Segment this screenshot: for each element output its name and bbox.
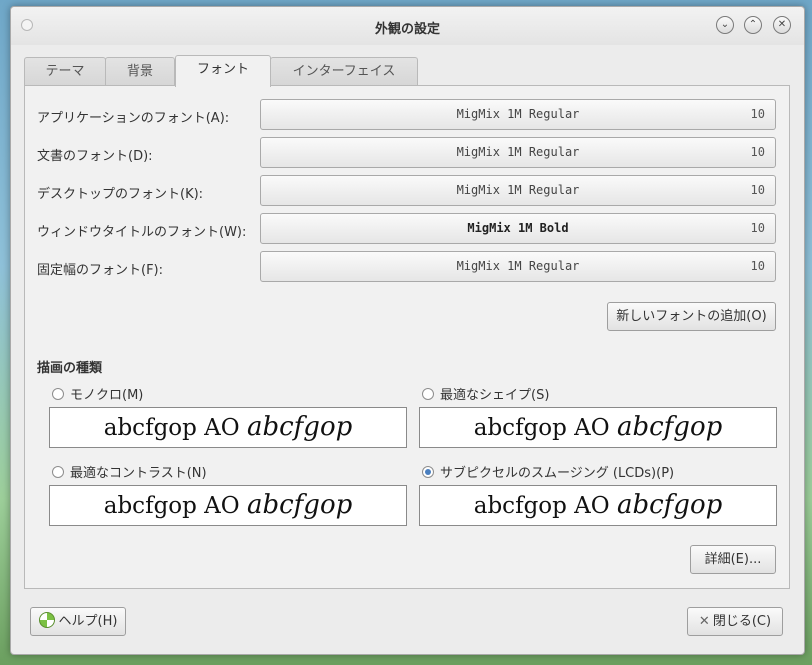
- help-button[interactable]: ヘルプ(H): [30, 607, 126, 636]
- sample-subpixel-italic: abcfgop: [616, 490, 723, 520]
- fixed-font-button[interactable]: MigMix 1M Regular 10: [260, 251, 776, 282]
- minimize-button[interactable]: ⌄: [716, 16, 734, 34]
- sample-best-contrast: abcfgop AO abcfgop: [49, 485, 407, 526]
- radio-best-shape-label: 最適なシェイプ(S): [440, 388, 550, 403]
- fonts-panel: アプリケーションのフォント(A): MigMix 1M Regular 10 文…: [24, 85, 790, 589]
- fixed-font-label: 固定幅のフォント(F):: [37, 263, 164, 278]
- sample-monochrome-regular: abcfgop AO: [103, 415, 240, 441]
- tab-fonts[interactable]: フォント: [175, 55, 271, 87]
- document-font-label: 文書のフォント(D):: [37, 149, 153, 164]
- radio-subpixel[interactable]: サブピクセルのスムージング (LCDs)(P): [422, 462, 674, 481]
- window-title-font-name: MigMix 1M Bold: [467, 221, 569, 235]
- sample-best-shape: abcfgop AO abcfgop: [419, 407, 777, 448]
- fixed-font-name: MigMix 1M Regular: [456, 259, 580, 273]
- close-window-button[interactable]: ✕: [773, 16, 791, 34]
- tab-interface[interactable]: インターフェイス: [270, 57, 418, 86]
- sample-monochrome-italic: abcfgop: [246, 412, 353, 442]
- sample-best-shape-regular: abcfgop AO: [473, 415, 610, 441]
- radio-subpixel-label: サブピクセルのスムージング (LCDs)(P): [440, 466, 675, 481]
- sample-subpixel: abcfgop AO abcfgop: [419, 485, 777, 526]
- document-font-size: 10: [750, 145, 765, 159]
- document-font-button[interactable]: MigMix 1M Regular 10: [260, 137, 776, 168]
- close-icon: ✕: [698, 614, 710, 629]
- document-font-name: MigMix 1M Regular: [456, 145, 580, 159]
- radio-monochrome-label: モノクロ(M): [70, 388, 144, 403]
- appearance-dialog: 外観の設定 ⌄ ⌃ ✕ テーマ 背景 フォント インターフェイス アプリケーショ…: [10, 6, 805, 655]
- maximize-button[interactable]: ⌃: [744, 16, 762, 34]
- window-title-font-size: 10: [750, 221, 765, 235]
- application-font-name: MigMix 1M Regular: [456, 107, 580, 121]
- sample-best-contrast-regular: abcfgop AO: [103, 493, 240, 519]
- application-font-size: 10: [750, 107, 765, 121]
- radio-best-shape-indicator[interactable]: [422, 388, 434, 400]
- desktop-font-label: デスクトップのフォント(K):: [37, 187, 204, 202]
- details-button[interactable]: 詳細(E)...: [690, 545, 776, 574]
- radio-monochrome-indicator[interactable]: [52, 388, 64, 400]
- tab-theme[interactable]: テーマ: [24, 57, 106, 86]
- help-icon: [38, 612, 55, 628]
- desktop-font-name: MigMix 1M Regular: [456, 183, 580, 197]
- window-title-font-button[interactable]: MigMix 1M Bold 10: [260, 213, 776, 244]
- application-font-button[interactable]: MigMix 1M Regular 10: [260, 99, 776, 130]
- radio-best-contrast-indicator[interactable]: [52, 466, 64, 478]
- desktop-font-size: 10: [750, 183, 765, 197]
- window-title-font-label: ウィンドウタイトルのフォント(W):: [37, 225, 247, 240]
- radio-monochrome[interactable]: モノクロ(M): [52, 384, 143, 403]
- application-font-label: アプリケーションのフォント(A):: [37, 111, 230, 126]
- help-button-label: ヘルプ(H): [58, 614, 118, 629]
- window-title: 外観の設定: [374, 22, 440, 37]
- fixed-font-size: 10: [750, 259, 765, 273]
- close-button-label: 閉じる(C): [712, 614, 772, 629]
- tab-background[interactable]: 背景: [105, 57, 175, 86]
- radio-best-contrast-label: 最適なコントラスト(N): [70, 466, 207, 481]
- desktop-font-button[interactable]: MigMix 1M Regular 10: [260, 175, 776, 206]
- sample-best-shape-italic: abcfgop: [616, 412, 723, 442]
- sample-monochrome: abcfgop AO abcfgop: [49, 407, 407, 448]
- rendering-section-title: 描画の種類: [37, 361, 103, 376]
- radio-subpixel-indicator[interactable]: [422, 466, 434, 478]
- sample-subpixel-regular: abcfgop AO: [473, 493, 610, 519]
- close-button[interactable]: ✕ 閉じる(C): [687, 607, 783, 636]
- radio-best-contrast[interactable]: 最適なコントラスト(N): [52, 462, 207, 481]
- add-font-button[interactable]: 新しいフォントの追加(O): [607, 302, 776, 331]
- radio-best-shape[interactable]: 最適なシェイプ(S): [422, 384, 549, 403]
- titlebar[interactable]: 外観の設定 ⌄ ⌃ ✕: [11, 7, 804, 45]
- sample-best-contrast-italic: abcfgop: [246, 490, 353, 520]
